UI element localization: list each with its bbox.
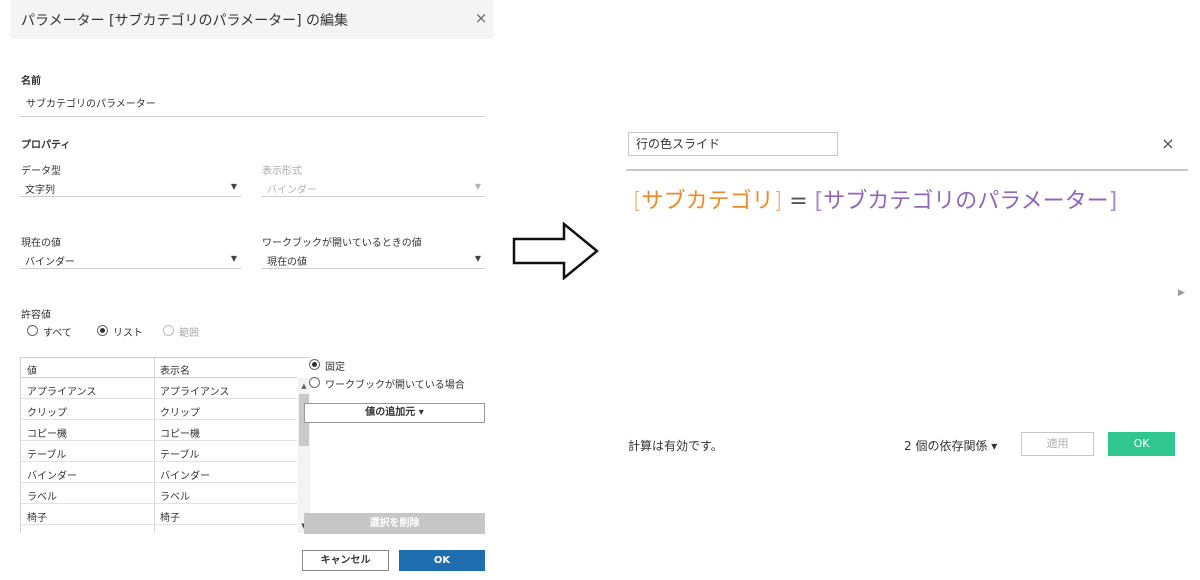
radio-workbook-open-label: ワークブックが開いている場合 <box>325 380 465 391</box>
calculation-status: 計算は有効です。 <box>628 439 723 453</box>
cell-display-name: ラベル <box>160 492 190 503</box>
values-table: 値 表示名 アプライアンス アプライアンス クリップ クリップ コピー機 コピー… <box>20 357 310 533</box>
ok-button[interactable]: OK <box>399 550 485 571</box>
field-close-bracket: ] <box>773 189 783 214</box>
display-format-select: バインダー ▼ <box>262 177 485 197</box>
workbook-open-select[interactable]: 現在の値 ▼ <box>262 249 485 269</box>
display-format-label: 表示形式 <box>262 166 302 177</box>
apply-button: 適用 <box>1021 432 1094 456</box>
cell-display-name: 椅子 <box>160 513 180 524</box>
cell-value: バインダー <box>27 471 77 482</box>
cancel-button[interactable]: キャンセル <box>302 550 389 571</box>
table-row[interactable]: クリップ クリップ <box>21 399 297 420</box>
table-row[interactable]: ラベル ラベル <box>21 483 297 504</box>
radio-list-label: リスト <box>113 328 143 339</box>
right-arrow-icon <box>512 222 599 280</box>
chevron-down-icon: ▼ <box>230 182 237 191</box>
calculation-name-input[interactable]: 行の色スライド <box>628 132 838 156</box>
radio-circle <box>309 377 320 388</box>
remove-selected-button: 選択を削除 <box>304 513 485 534</box>
workbook-open-value: 現在の値 <box>267 257 307 268</box>
cell-display-name: クリップ <box>160 408 200 419</box>
table-row[interactable]: 椅子 椅子 <box>21 504 297 525</box>
cell-value: テーブル <box>27 450 67 461</box>
chevron-down-icon: ▼ <box>230 254 237 263</box>
table-row[interactable]: アプライアンス アプライアンス <box>21 378 297 399</box>
name-field[interactable]: サブカテゴリのパラメーター <box>20 95 485 117</box>
radio-circle-selected <box>309 359 320 370</box>
radio-circle-selected <box>97 325 108 336</box>
radio-fixed-label: 固定 <box>325 362 345 373</box>
radio-circle <box>27 325 38 336</box>
radio-circle <box>163 325 174 336</box>
cell-display-name: 家電 <box>160 530 180 533</box>
editor-divider <box>626 169 1188 171</box>
header-value: 値 <box>27 366 37 377</box>
calculation-formula[interactable]: [サブカテゴリ] = [サブカテゴリのパラメーター] <box>633 183 1117 215</box>
dialog-title: パラメーター [サブカテゴリのパラメーター] の編集 <box>21 13 348 29</box>
current-value-select[interactable]: バインダー ▼ <box>20 249 241 269</box>
allowable-values-label: 許容値 <box>21 310 51 321</box>
cell-value: クリップ <box>27 408 67 419</box>
table-row[interactable]: テーブル テーブル <box>21 441 297 462</box>
header-display-name: 表示名 <box>160 366 190 377</box>
workbook-open-label: ワークブックが開いているときの値 <box>262 238 422 249</box>
chevron-down-icon: ▼ <box>474 182 481 191</box>
data-type-value: 文字列 <box>25 185 55 196</box>
table-row[interactable]: バインダー バインダー <box>21 462 297 483</box>
edit-parameter-dialog: パラメーター [サブカテゴリのパラメーター] の編集 × 名前 サブカテゴリのパ… <box>11 0 493 580</box>
data-type-select[interactable]: 文字列 ▼ <box>20 177 241 197</box>
current-value-value: バインダー <box>25 257 75 268</box>
table-row[interactable]: コピー機 コピー機 <box>21 420 297 441</box>
cell-display-name: コピー機 <box>160 429 200 440</box>
cell-value: 椅子 <box>27 513 47 524</box>
dialog-header: パラメーター [サブカテゴリのパラメーター] の編集 × <box>11 0 493 39</box>
table-header: 値 表示名 <box>21 358 297 378</box>
data-type-label: データ型 <box>21 166 61 177</box>
formula-parameter: サブカテゴリのパラメーター <box>823 189 1109 214</box>
close-icon[interactable]: × <box>1160 135 1176 153</box>
dependencies-dropdown[interactable]: 2 個の依存関係 ▾ <box>904 437 997 454</box>
cell-display-name: アプライアンス <box>160 387 230 398</box>
table-row[interactable]: 家電 家電 <box>21 525 297 533</box>
close-icon[interactable]: × <box>473 9 489 27</box>
table-scrollbar[interactable]: ▲ ▼ <box>298 378 310 533</box>
cell-display-name: バインダー <box>160 471 210 482</box>
radio-range-label: 範囲 <box>179 328 199 339</box>
formula-operator: = <box>789 189 808 214</box>
cell-value: アプライアンス <box>27 387 97 398</box>
current-value-label: 現在の値 <box>21 238 61 249</box>
cell-value: 家電 <box>27 530 47 533</box>
display-format-value: バインダー <box>267 185 317 196</box>
cell-value: ラベル <box>27 492 57 503</box>
field-open-bracket: [ <box>633 189 642 214</box>
param-open-bracket: [ <box>814 189 824 214</box>
properties-label: プロパティ <box>21 140 71 151</box>
expand-panel-icon[interactable]: ▶ <box>1178 288 1185 298</box>
chevron-down-icon: ▼ <box>474 254 481 263</box>
add-values-from-button[interactable]: 値の追加元 ▾ <box>304 403 485 423</box>
formula-field: サブカテゴリ <box>641 189 774 214</box>
param-close-bracket: ] <box>1108 189 1118 214</box>
name-label: 名前 <box>21 76 41 87</box>
radio-all-label: すべて <box>43 328 72 339</box>
cell-display-name: テーブル <box>160 450 200 461</box>
ok-button[interactable]: OK <box>1108 432 1175 456</box>
cell-value: コピー機 <box>27 429 67 440</box>
